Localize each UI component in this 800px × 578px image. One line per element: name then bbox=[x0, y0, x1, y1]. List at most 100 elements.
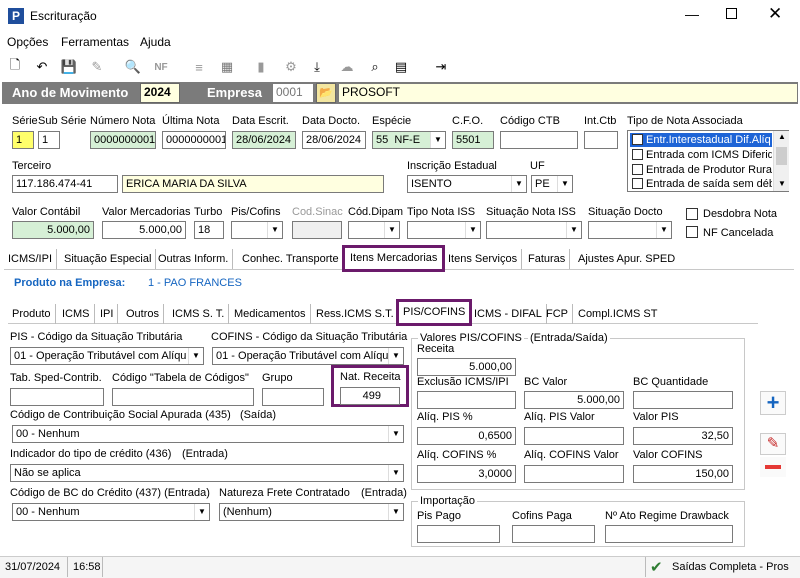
aliq-cofins-valor-input[interactable] bbox=[524, 465, 624, 483]
subtab-produto[interactable]: Produto bbox=[8, 304, 56, 324]
grid-icon[interactable]: ▤ bbox=[392, 58, 410, 76]
chevron-down-icon[interactable]: ▼ bbox=[511, 176, 526, 192]
serie-input[interactable]: 1 bbox=[12, 131, 34, 149]
especie-select[interactable]: 55 NF-E ▼ bbox=[372, 131, 446, 149]
tipo-nota-check-1[interactable] bbox=[632, 149, 643, 160]
ultima-input[interactable]: 0000000001 bbox=[162, 131, 226, 149]
chevron-down-icon[interactable]: ▼ bbox=[384, 222, 399, 238]
grupo-input[interactable] bbox=[262, 388, 324, 406]
tab-codigos-input[interactable] bbox=[112, 388, 254, 406]
empresa-code-input[interactable]: 0001 bbox=[272, 83, 314, 103]
aliq-pis-input[interactable]: 0,6500 bbox=[417, 427, 516, 445]
int-ctb-input[interactable] bbox=[584, 131, 618, 149]
chevron-down-icon[interactable]: ▼ bbox=[188, 348, 203, 364]
cloud-icon[interactable]: ☁ bbox=[338, 58, 356, 76]
terceiro-doc-input[interactable]: 117.186.474-41 bbox=[12, 175, 118, 193]
tipo-nota-item-1[interactable]: Entrada com ICMS Diferido bbox=[646, 149, 772, 161]
chevron-down-icon[interactable]: ▼ bbox=[557, 176, 572, 192]
desdobra-checkbox[interactable] bbox=[686, 208, 698, 220]
subtab-outros[interactable]: Outros bbox=[122, 304, 165, 324]
receita-input[interactable]: 5.000,00 bbox=[417, 358, 516, 376]
preview-icon[interactable]: 🔍 bbox=[124, 58, 142, 76]
tab-situacao-especial[interactable]: Situação Especial bbox=[60, 249, 157, 269]
nfe-icon[interactable]: NF bbox=[152, 58, 170, 76]
subtab-ipi[interactable]: IPI bbox=[96, 304, 119, 324]
cfo-input[interactable]: 5501 bbox=[452, 131, 494, 149]
nat-receita-input[interactable]: 499 bbox=[340, 387, 400, 405]
menu-opcoes[interactable]: Opções bbox=[7, 35, 48, 49]
tab-outras-inform[interactable]: Outras Inform. bbox=[154, 249, 234, 269]
bc-valor-input[interactable]: 5.000,00 bbox=[524, 391, 624, 409]
exclusao-input[interactable] bbox=[417, 391, 516, 409]
tipo-nota-item-3[interactable]: Entrada de saída sem débi bbox=[646, 178, 772, 190]
cofins-cst-select[interactable]: 01 - Operação Tributável com Alíqu ▼ bbox=[212, 347, 404, 365]
subtab-pis-cofins[interactable]: PIS/COFINS bbox=[395, 299, 473, 326]
chevron-down-icon[interactable]: ▼ bbox=[388, 348, 403, 364]
cod-contrib-select[interactable]: 00 - Nenhum ▼ bbox=[12, 425, 404, 443]
cod-bc-select[interactable]: 00 - Nenhum ▼ bbox=[12, 503, 210, 521]
tipo-nota-list[interactable]: Entr.Interestadual Dif.Alíq Entrada com … bbox=[627, 130, 789, 192]
valor-merc-input[interactable]: 5.000,00 bbox=[102, 221, 186, 239]
tab-sped-input[interactable] bbox=[10, 388, 104, 406]
nf-cancelada-checkbox[interactable] bbox=[686, 226, 698, 238]
tipo-nota-item-0[interactable]: Entr.Interestadual Dif.Alíq bbox=[646, 134, 772, 146]
maximize-button[interactable] bbox=[726, 8, 737, 19]
n-ato-input[interactable] bbox=[605, 525, 733, 543]
tree-icon[interactable]: ≡ bbox=[190, 58, 208, 76]
scroll-thumb[interactable] bbox=[776, 147, 787, 165]
cofins-paga-input[interactable] bbox=[512, 525, 595, 543]
exit-icon[interactable]: ⇥ bbox=[432, 58, 450, 76]
sit-docto-select[interactable]: ▼ bbox=[588, 221, 672, 239]
chevron-down-icon[interactable]: ▼ bbox=[656, 222, 671, 238]
undo-icon[interactable]: ↶ bbox=[33, 58, 51, 76]
chevron-down-icon[interactable]: ▼ bbox=[465, 222, 480, 238]
ind-credito-select[interactable]: Não se aplica ▼ bbox=[10, 464, 404, 482]
close-button[interactable]: ✕ bbox=[768, 4, 782, 24]
turbo-input[interactable]: 18 bbox=[194, 221, 224, 239]
tipo-nota-check-2[interactable] bbox=[632, 164, 643, 175]
save-icon[interactable]: 💾 bbox=[60, 58, 78, 76]
subtab-icms-difal[interactable]: ICMS - DIFAL bbox=[470, 304, 547, 324]
numero-input[interactable]: 0000000001 bbox=[90, 131, 156, 149]
tipo-nota-item-2[interactable]: Entrada de Produtor Rural bbox=[646, 164, 772, 176]
valor-pis-input[interactable]: 32,50 bbox=[633, 427, 733, 445]
subserie-input[interactable]: 1 bbox=[38, 131, 60, 149]
data-docto-input[interactable]: 28/06/2024 bbox=[302, 131, 366, 149]
tab-faturas[interactable]: Faturas bbox=[524, 249, 571, 269]
remove-item-button[interactable] bbox=[760, 457, 786, 477]
menu-ferramentas[interactable]: Ferramentas bbox=[61, 35, 129, 49]
scroll-down-icon[interactable]: ▼ bbox=[778, 179, 786, 188]
cod-dipam-select[interactable]: ▼ bbox=[348, 221, 400, 239]
subtab-icms[interactable]: ICMS bbox=[58, 304, 95, 324]
subtab-icms-st[interactable]: ICMS S. T. bbox=[168, 304, 230, 324]
pis-pago-input[interactable] bbox=[417, 525, 500, 543]
scroll-up-icon[interactable]: ▲ bbox=[778, 132, 786, 141]
cod-ctb-input[interactable] bbox=[500, 131, 578, 149]
edit-item-button[interactable]: ✎ bbox=[760, 433, 786, 455]
tipo-iss-select[interactable]: ▼ bbox=[407, 221, 481, 239]
valor-cofins-input[interactable]: 150,00 bbox=[633, 465, 733, 483]
subtab-ress-icms-st[interactable]: Ress.ICMS S.T. bbox=[312, 304, 399, 324]
aliq-cofins-input[interactable]: 3,0000 bbox=[417, 465, 516, 483]
chevron-down-icon[interactable]: ▼ bbox=[194, 504, 209, 520]
ano-input[interactable]: 2024 bbox=[140, 83, 180, 103]
empresa-folder-icon[interactable]: 📂 bbox=[316, 83, 336, 103]
new-file-icon[interactable]: 🗋 bbox=[6, 57, 24, 76]
minimize-button[interactable]: — bbox=[682, 6, 702, 26]
tab-icms-ipi[interactable]: ICMS/IPI bbox=[4, 249, 58, 269]
chevron-down-icon[interactable]: ▼ bbox=[267, 222, 282, 238]
uf-select[interactable]: PE ▼ bbox=[531, 175, 573, 193]
search-list-icon[interactable]: ⌕ bbox=[366, 58, 384, 76]
folder-icon[interactable]: ▮ bbox=[252, 58, 270, 76]
gear-icon[interactable]: ⚙ bbox=[282, 58, 300, 76]
subtab-compl-icms-st[interactable]: Compl.ICMS ST bbox=[574, 304, 661, 324]
tab-itens-servicos[interactable]: Itens Serviços bbox=[444, 249, 523, 269]
menu-ajuda[interactable]: Ajuda bbox=[140, 35, 171, 49]
tab-itens-mercadorias[interactable]: Itens Mercadorias bbox=[341, 245, 446, 272]
aliq-pis-valor-input[interactable] bbox=[524, 427, 624, 445]
tipo-nota-check-0[interactable] bbox=[632, 134, 643, 145]
data-escrit-input[interactable]: 28/06/2024 bbox=[232, 131, 296, 149]
empresa-name-input[interactable]: PROSOFT bbox=[338, 83, 798, 103]
chevron-down-icon[interactable]: ▼ bbox=[388, 465, 403, 481]
valor-contabil-input[interactable]: 5.000,00 bbox=[12, 221, 94, 239]
